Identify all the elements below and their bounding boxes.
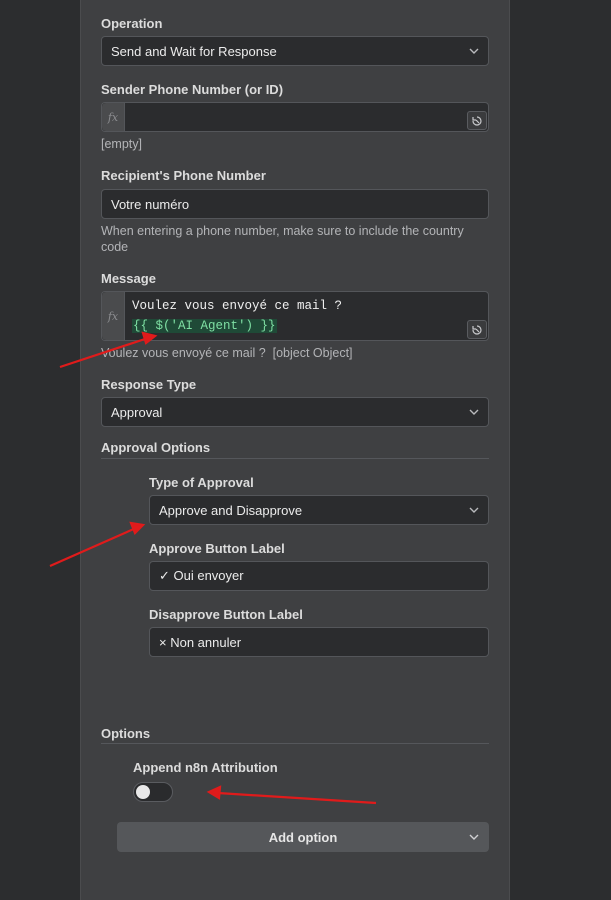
approval-options-heading: Approval Options <box>101 440 211 455</box>
fx-icon: fx <box>102 103 125 131</box>
chevron-down-icon <box>469 48 479 54</box>
add-option-button[interactable]: Add option <box>117 822 489 852</box>
message-expression: {{ $('AI Agent') }} <box>132 319 277 333</box>
recipient-label: Recipient's Phone Number <box>101 168 266 183</box>
type-of-approval-label: Type of Approval <box>149 475 254 490</box>
chevron-down-icon <box>469 834 479 840</box>
response-type-value: Approval <box>111 404 163 420</box>
message-label: Message <box>101 271 156 286</box>
options-heading: Options <box>101 726 151 741</box>
recipient-hint-line1: When entering a phone number, make sure … <box>101 224 464 238</box>
approve-button-label-input[interactable]: ✓ Oui envoyer <box>149 561 489 591</box>
expand-icon <box>472 324 482 335</box>
sender-empty-hint: [empty] <box>101 137 142 151</box>
recipient-hint-line2: code <box>101 240 129 254</box>
recipient-input[interactable]: Votre numéro <box>101 189 489 219</box>
chevron-down-icon <box>469 409 479 415</box>
type-of-approval-select[interactable]: Approve and Disapprove <box>149 495 489 525</box>
recipient-value: Votre numéro <box>111 196 190 212</box>
operation-label: Operation <box>101 16 163 31</box>
section-divider <box>101 458 489 459</box>
operation-value: Send and Wait for Response <box>111 43 277 59</box>
chevron-down-icon <box>469 507 479 513</box>
disapprove-button-label-input[interactable]: × Non annuler <box>149 627 489 657</box>
append-attribution-label: Append n8n Attribution <box>133 760 278 775</box>
append-attribution-toggle[interactable] <box>133 782 173 802</box>
disapprove-button-label-label: Disapprove Button Label <box>149 607 303 622</box>
add-option-label: Add option <box>268 829 338 845</box>
operation-select[interactable]: Send and Wait for Response <box>101 36 489 66</box>
section-divider <box>101 743 489 744</box>
approve-button-label-value: ✓ Oui envoyer <box>159 568 244 583</box>
approve-button-label-label: Approve Button Label <box>149 541 285 556</box>
type-of-approval-value: Approve and Disapprove <box>159 502 303 518</box>
fx-icon: fx <box>102 292 125 340</box>
expand-expression-button[interactable] <box>467 111 487 130</box>
sender-label: Sender Phone Number (or ID) <box>101 82 284 97</box>
expand-icon <box>472 115 482 126</box>
sender-field[interactable]: fx <box>101 102 489 132</box>
message-text-line: Voulez vous envoyé ce mail ? <box>132 299 343 313</box>
response-type-select[interactable]: Approval <box>101 397 489 427</box>
disapprove-button-label-value: × Non annuler <box>159 634 242 650</box>
response-type-label: Response Type <box>101 377 197 392</box>
message-preview: Voulez vous envoyé ce mail ? [object Obj… <box>101 346 353 360</box>
expand-expression-button[interactable] <box>467 320 487 339</box>
message-field[interactable]: fx Voulez vous envoyé ce mail ? {{ $('AI… <box>101 291 489 341</box>
toggle-knob <box>136 785 150 799</box>
